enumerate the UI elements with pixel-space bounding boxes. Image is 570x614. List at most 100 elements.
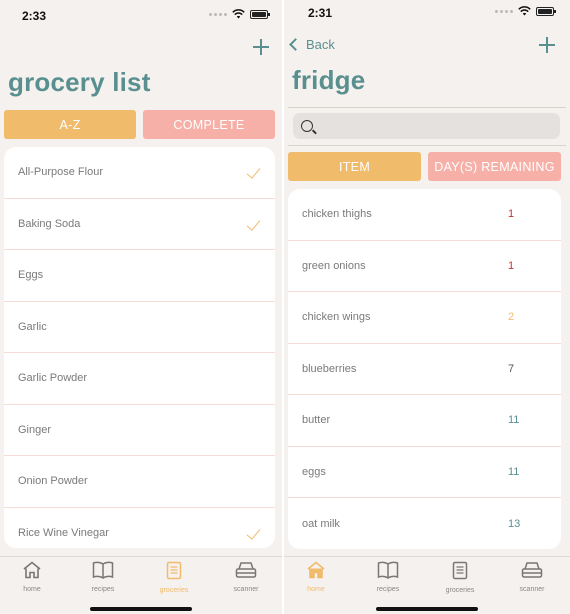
checkmark-icon[interactable]: [246, 215, 261, 231]
tab-bar: home recipes groceries scanner: [0, 556, 282, 614]
status-icons: [495, 6, 556, 16]
book-icon: [92, 561, 114, 584]
signal-icon: [495, 9, 513, 13]
item-name: eggs: [302, 465, 326, 478]
item-name: Onion Powder: [18, 475, 88, 488]
list-item[interactable]: green onions 1: [288, 241, 561, 292]
home-indicator: [376, 607, 478, 611]
list-item[interactable]: blueberries 7: [288, 344, 561, 395]
days-remaining: 1: [508, 208, 515, 221]
days-remaining: 7: [508, 362, 515, 375]
tab-label: groceries: [445, 587, 475, 594]
home-icon: [22, 561, 42, 584]
home-icon: [306, 561, 326, 584]
list-item[interactable]: All-Purpose Flour: [4, 147, 275, 199]
tab-scanner[interactable]: scanner: [216, 561, 276, 593]
signal-icon: [209, 12, 227, 16]
add-item-button[interactable]: [538, 36, 556, 54]
grocery-list: All-Purpose Flour Baking Soda Eggs Garlic Ga…: [4, 147, 275, 548]
notepad-icon: [452, 561, 468, 585]
tab-label: home: [307, 586, 325, 593]
tab-label: scanner: [519, 586, 545, 593]
grocery-list-screen: 2:33 grocery list A-Z COMPLETE All-Purpo…: [0, 0, 282, 614]
days-remaining: 11: [508, 465, 520, 478]
list-item[interactable]: Rice Wine Vinegar: [4, 508, 275, 549]
checkmark-icon[interactable]: [246, 524, 261, 540]
item-name: Garlic: [18, 320, 47, 333]
tab-scanner[interactable]: scanner: [502, 561, 562, 593]
tab-label: recipes: [376, 586, 400, 593]
item-name: All-Purpose Flour: [18, 166, 103, 179]
list-item[interactable]: Garlic: [4, 302, 275, 353]
list-item[interactable]: Ginger: [4, 405, 275, 456]
status-time: 2:33: [22, 9, 47, 23]
search-input[interactable]: [321, 119, 521, 133]
fridge-list: chicken thighs 1 green onions 1 chicken wing…: [288, 189, 561, 549]
list-item[interactable]: chicken wings 2: [288, 292, 561, 344]
battery-icon: [250, 9, 270, 19]
divider: [288, 145, 566, 146]
sort-complete-button[interactable]: COMPLETE: [143, 110, 275, 139]
screens: 2:33 grocery list A-Z COMPLETE All-Purpo…: [0, 0, 570, 614]
add-item-button[interactable]: [252, 38, 270, 56]
status-icons: [209, 9, 270, 19]
days-remaining: 11: [508, 414, 520, 427]
chevron-left-icon: [289, 38, 302, 51]
item-name: chicken thighs: [302, 208, 372, 221]
scanner-icon: [235, 561, 257, 584]
tab-label: home: [23, 586, 41, 593]
item-name: Rice Wine Vinegar: [18, 527, 109, 540]
tab-label: scanner: [233, 586, 259, 593]
tab-label: recipes: [91, 586, 115, 593]
home-indicator: [90, 607, 192, 611]
page-title: grocery list: [8, 67, 151, 97]
back-label: Back: [306, 37, 335, 52]
notepad-icon: [166, 561, 182, 585]
tab-groceries[interactable]: groceries: [430, 561, 490, 594]
search-icon: [301, 120, 313, 132]
status-time: 2:31: [308, 6, 333, 20]
item-name: chicken wings: [302, 311, 371, 324]
list-item[interactable]: Eggs: [4, 250, 275, 302]
scanner-icon: [521, 561, 543, 584]
days-remaining: 2: [508, 311, 515, 324]
page-title: fridge: [292, 65, 366, 95]
list-item[interactable]: chicken thighs 1: [288, 189, 561, 241]
item-name: Eggs: [18, 269, 44, 282]
tab-home[interactable]: home: [2, 561, 62, 593]
tab-recipes[interactable]: recipes: [358, 561, 418, 593]
divider: [288, 107, 566, 108]
item-name: Garlic Powder: [18, 372, 88, 385]
book-icon: [377, 561, 399, 584]
list-item[interactable]: Baking Soda: [4, 199, 275, 250]
fridge-screen: 2:31 Back fridge ITEM DAY(S) REMAINING c…: [284, 0, 570, 614]
list-item[interactable]: butter 11: [288, 395, 561, 447]
days-remaining: 13: [508, 517, 521, 530]
list-item[interactable]: Garlic Powder: [4, 353, 275, 405]
sort-az-button[interactable]: A-Z: [4, 110, 136, 139]
checkmark-icon[interactable]: [246, 164, 261, 179]
item-name: blueberries: [302, 362, 357, 375]
back-button[interactable]: Back: [288, 37, 335, 52]
list-item[interactable]: Onion Powder: [4, 456, 275, 508]
list-item[interactable]: eggs 11: [288, 447, 561, 498]
item-name: Baking Soda: [18, 217, 81, 230]
item-name: butter: [302, 414, 331, 427]
item-name: green onions: [302, 259, 366, 272]
list-item[interactable]: oat milk 13: [288, 498, 561, 549]
search-bar[interactable]: [293, 113, 560, 139]
item-name: Ginger: [18, 423, 52, 436]
sort-item-button[interactable]: ITEM: [288, 152, 421, 181]
wifi-icon: [518, 6, 531, 16]
wifi-icon: [232, 9, 245, 19]
tab-bar: home recipes groceries scanner: [284, 556, 570, 614]
tab-home[interactable]: home: [286, 561, 346, 593]
tab-label: groceries: [159, 587, 189, 594]
item-name: oat milk: [302, 517, 340, 530]
tab-groceries[interactable]: groceries: [144, 561, 204, 594]
status-bar: 2:31: [284, 0, 570, 30]
sort-days-remaining-button[interactable]: DAY(S) REMAINING: [428, 152, 561, 181]
tab-recipes[interactable]: recipes: [73, 561, 133, 593]
days-remaining: 1: [508, 259, 515, 272]
status-bar: 2:33: [0, 0, 282, 30]
